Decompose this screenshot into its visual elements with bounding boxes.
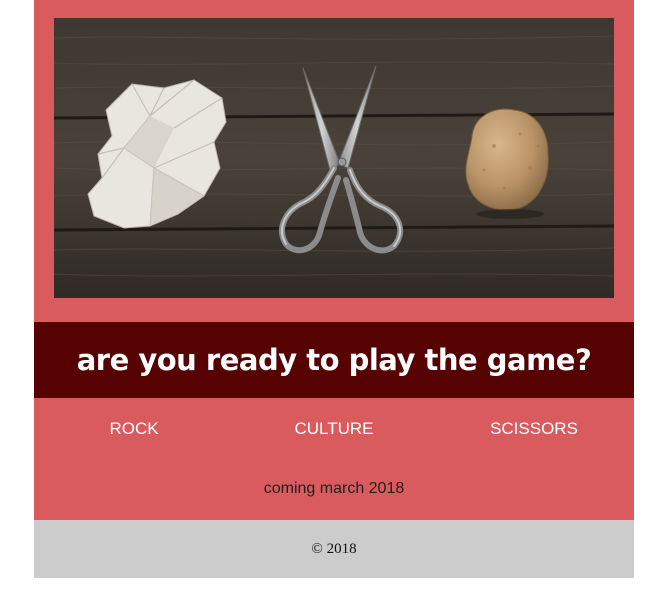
- nav-section: ROCK CULTURE SCISSORS coming march 2018: [34, 398, 634, 520]
- main-nav: ROCK CULTURE SCISSORS: [34, 419, 634, 439]
- copyright-text: © 2018: [311, 540, 357, 557]
- hero-section: [34, 0, 634, 322]
- footer: © 2018: [34, 520, 634, 578]
- headline-text: are you ready to play the game?: [76, 343, 592, 377]
- nav-link-rock[interactable]: ROCK: [34, 419, 234, 439]
- nav-link-scissors[interactable]: SCISSORS: [434, 419, 634, 439]
- coming-soon-text: coming march 2018: [263, 480, 405, 497]
- hero-image: [54, 18, 614, 298]
- nav-link-culture[interactable]: CULTURE: [234, 419, 434, 439]
- headline-banner: are you ready to play the game?: [34, 322, 634, 398]
- page-container: are you ready to play the game? ROCK CUL…: [34, 0, 634, 578]
